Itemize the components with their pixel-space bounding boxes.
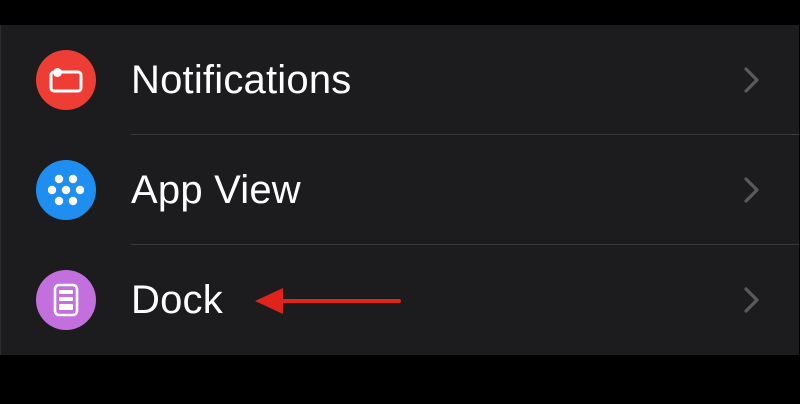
app-view-icon: [36, 160, 96, 220]
chevron-right-icon: [744, 287, 759, 313]
app-view-glyph: [48, 174, 84, 206]
annotation-arrow: [255, 288, 401, 314]
settings-item-app-view[interactable]: App View: [1, 135, 799, 245]
settings-item-notifications[interactable]: Notifications: [1, 25, 799, 135]
notifications-icon: [36, 50, 96, 110]
dock-glyph: [53, 283, 79, 317]
chevron-right-icon: [744, 177, 759, 203]
settings-item-label: Notifications: [131, 58, 352, 102]
settings-item-label: Dock: [131, 278, 223, 322]
settings-screen: Notifications App View Dock: [0, 0, 800, 404]
settings-item-label: App View: [131, 168, 301, 212]
dock-icon: [36, 270, 96, 330]
chevron-right-icon: [744, 67, 759, 93]
notifications-glyph: [49, 68, 83, 93]
